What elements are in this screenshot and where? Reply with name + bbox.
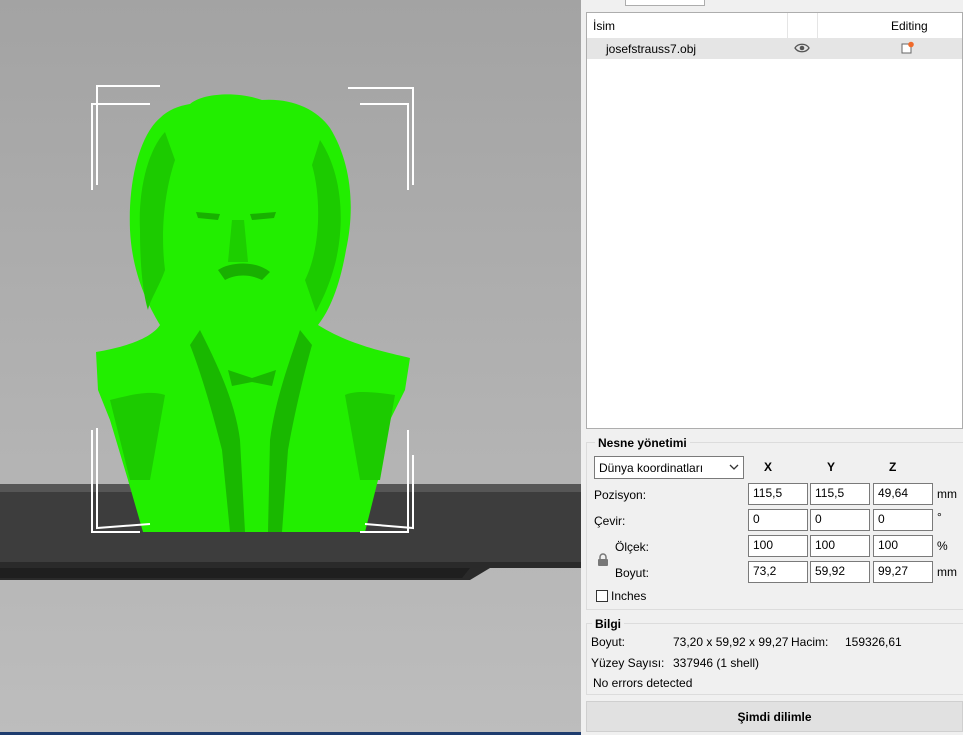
scale-z-field[interactable]: 100 bbox=[873, 535, 933, 557]
slice-now-label: Şimdi dilimle bbox=[737, 710, 812, 724]
top-tab[interactable] bbox=[625, 0, 705, 6]
edit-object-icon[interactable] bbox=[901, 41, 915, 58]
scale-y-field[interactable]: 100 bbox=[810, 535, 870, 557]
info-title: Bilgi bbox=[592, 617, 624, 631]
info-volume-value: 159326,61 bbox=[845, 635, 902, 649]
coordinate-system-select[interactable]: Dünya koordinatları bbox=[594, 456, 744, 479]
column-divider bbox=[817, 13, 818, 38]
info-size-label: Boyut: bbox=[591, 635, 626, 649]
coordinate-system-value: Dünya koordinatları bbox=[599, 461, 704, 475]
model-bust[interactable] bbox=[96, 94, 410, 532]
column-divider bbox=[787, 13, 788, 38]
size-label: Boyut: bbox=[615, 566, 650, 580]
rotation-label: Çevir: bbox=[594, 514, 626, 528]
inches-checkbox[interactable] bbox=[596, 590, 608, 602]
size-z-field[interactable]: 99,27 bbox=[873, 561, 933, 583]
axis-y-label: Y bbox=[827, 460, 836, 474]
position-label: Pozisyon: bbox=[594, 488, 647, 502]
size-x-field[interactable]: 73,2 bbox=[748, 561, 808, 583]
info-status: No errors detected bbox=[593, 676, 693, 690]
position-z-field[interactable]: 49,64 bbox=[873, 483, 933, 505]
position-unit: mm bbox=[937, 487, 957, 501]
header-editing[interactable]: Editing bbox=[891, 19, 928, 33]
scene bbox=[0, 85, 581, 580]
3d-viewport[interactable] bbox=[0, 0, 581, 735]
position-x-field[interactable]: 115,5 bbox=[748, 483, 808, 505]
rotation-y-field[interactable]: 0 bbox=[810, 509, 870, 531]
scale-label: Ölçek: bbox=[615, 540, 650, 554]
size-y-field[interactable]: 59,92 bbox=[810, 561, 870, 583]
axis-x-label: X bbox=[764, 460, 773, 474]
slice-now-button[interactable]: Şimdi dilimle bbox=[586, 701, 963, 732]
object-list-header: İsim Editing bbox=[587, 13, 962, 39]
inches-label[interactable]: Inches bbox=[611, 589, 646, 603]
axis-z-label: Z bbox=[889, 460, 897, 474]
object-manipulation-title: Nesne yönetimi bbox=[595, 436, 690, 450]
rotation-unit: ° bbox=[937, 510, 942, 524]
lock-icon[interactable] bbox=[597, 553, 609, 570]
object-name[interactable]: josefstrauss7.obj bbox=[606, 42, 696, 56]
chevron-down-icon bbox=[729, 461, 739, 471]
object-list[interactable]: İsim Editing josefstrauss7.obj bbox=[586, 12, 963, 429]
header-name[interactable]: İsim bbox=[593, 19, 615, 33]
eye-icon[interactable] bbox=[794, 42, 810, 57]
info-facets-value: 337946 (1 shell) bbox=[673, 656, 760, 670]
info-volume-label: Hacim: bbox=[791, 635, 829, 649]
scale-unit: % bbox=[937, 539, 948, 553]
rotation-z-field[interactable]: 0 bbox=[873, 509, 933, 531]
size-unit: mm bbox=[937, 565, 957, 579]
position-y-field[interactable]: 115,5 bbox=[810, 483, 870, 505]
sidebar-panel: İsim Editing josefstrauss7.obj Nesne yön… bbox=[581, 0, 963, 735]
scale-x-field[interactable]: 100 bbox=[748, 535, 808, 557]
info-facets-label: Yüzey Sayısı: bbox=[591, 656, 665, 670]
rotation-x-field[interactable]: 0 bbox=[748, 509, 808, 531]
info-size-value: 73,20 x 59,92 x 99,27 bbox=[673, 635, 789, 649]
object-list-row[interactable]: josefstrauss7.obj bbox=[587, 38, 962, 59]
